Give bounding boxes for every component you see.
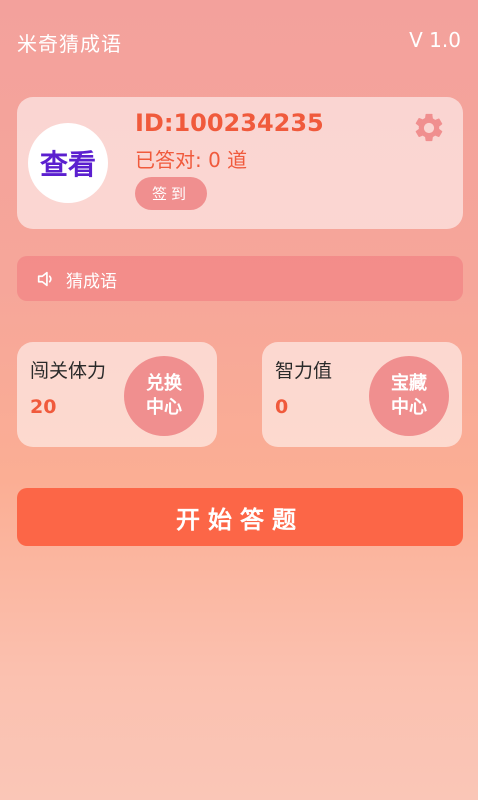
intelligence-card: 智力值 0 宝藏 中心 (262, 342, 462, 447)
stamina-value: 20 (30, 396, 57, 418)
treasure-center-label-2: 中心 (391, 397, 427, 418)
exchange-center-label-2: 中心 (146, 397, 182, 418)
sound-bar-label: 猜成语 (66, 272, 117, 292)
treasure-center-button[interactable]: 宝藏 中心 (369, 356, 449, 436)
gear-icon[interactable] (412, 111, 446, 145)
answered-count: 已答对: 0 道 (135, 148, 248, 172)
start-answering-button[interactable]: 开始答题 (17, 488, 463, 546)
exchange-center-label-1: 兑换 (146, 373, 182, 394)
profile-card: 查看 ID:100234235 已答对: 0 道 签到 (17, 97, 463, 229)
stamina-card: 闯关体力 20 兑换 中心 (17, 342, 217, 447)
intelligence-title: 智力值 (275, 360, 333, 382)
app-title: 米奇猜成语 (17, 32, 122, 56)
intelligence-value: 0 (275, 396, 289, 418)
avatar-view-button[interactable]: 查看 (28, 123, 108, 203)
stamina-title: 闯关体力 (30, 360, 107, 382)
sound-bar[interactable]: 猜成语 (17, 256, 463, 301)
top-bar: 米奇猜成语 V 1.0 (0, 0, 478, 80)
treasure-center-label-1: 宝藏 (391, 373, 427, 394)
speaker-icon (35, 268, 57, 290)
checkin-button[interactable]: 签到 (135, 177, 207, 210)
exchange-center-button[interactable]: 兑换 中心 (124, 356, 204, 436)
user-id: ID:100234235 (135, 109, 324, 137)
version-label: V 1.0 (409, 28, 461, 52)
